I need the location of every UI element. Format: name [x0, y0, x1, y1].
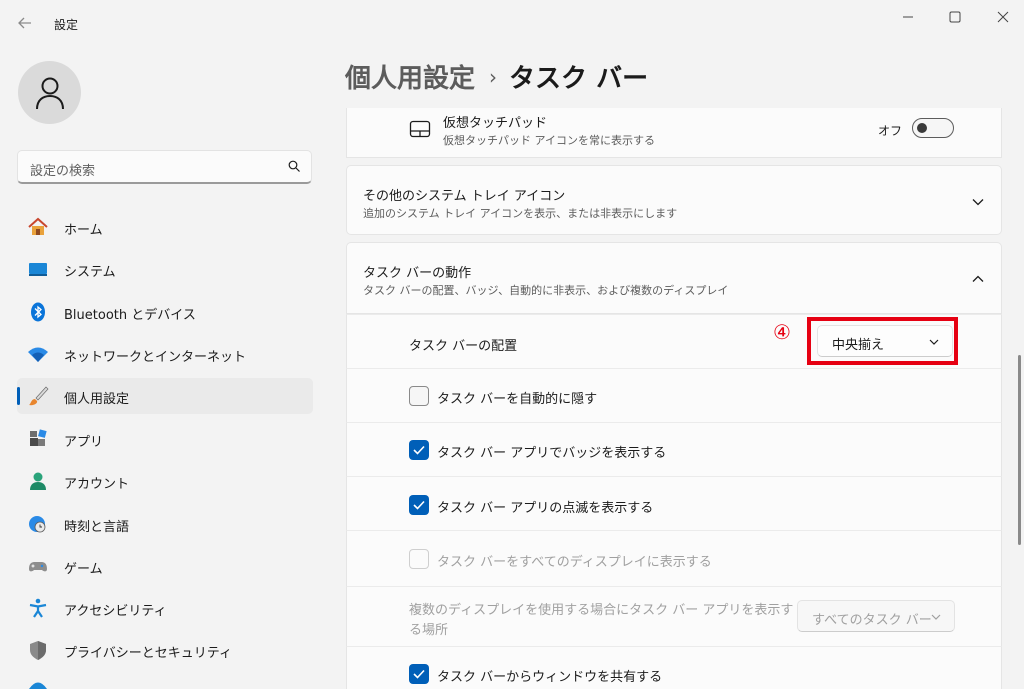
- other-tray-description: 追加のシステム トレイ アイコンを表示、または非表示にします: [363, 207, 678, 220]
- toggle-knob: [917, 123, 927, 133]
- highlight-box-annotation: [807, 317, 958, 365]
- sidebar-item-label: プライバシーとセキュリティ: [64, 646, 232, 661]
- sidebar-item-label: Bluetooth とデバイス: [64, 308, 196, 323]
- sidebar-item-label: アカウント: [64, 477, 130, 492]
- badges-checkbox[interactable]: [409, 440, 429, 460]
- wifi-icon: [28, 347, 48, 362]
- chevron-down-icon: [972, 199, 984, 206]
- touchpad-setting-card: 仮想タッチパッド 仮想タッチパッド アイコンを常に表示する: [346, 108, 1002, 158]
- selection-indicator: [17, 387, 20, 405]
- multi-display-label-line-2: る場所: [409, 623, 449, 638]
- app-title: 設定: [54, 18, 79, 32]
- multi-display-row: 複数のディスプレイを使用する場合にタスク バー アプリを表示す る場所 すべての…: [346, 586, 1002, 646]
- minimize-icon[interactable]: [890, 6, 926, 28]
- sidebar-item-accounts[interactable]: アカウント: [17, 463, 313, 499]
- sidebar-item-home[interactable]: ホーム: [17, 209, 313, 245]
- sidebar-item-gaming[interactable]: ゲーム: [17, 548, 313, 584]
- taskbar-behaviors-description: タスク バーの配置、バッジ、自動的に非表示、および複数のディスプレイ: [363, 284, 729, 297]
- sidebar-item-label: アクセシビリティ: [64, 604, 167, 619]
- checkmark-icon: [413, 445, 425, 455]
- maximize-icon[interactable]: [937, 6, 973, 28]
- multi-display-value: すべてのタスク バー: [812, 613, 932, 628]
- scrollbar-thumb[interactable]: [1018, 355, 1021, 545]
- breadcrumb-parent[interactable]: 個人用設定: [345, 64, 475, 94]
- sidebar-item-label: 個人用設定: [64, 392, 130, 407]
- page-title: タスク バー: [509, 64, 649, 94]
- all-displays-row: タスク バーをすべてのディスプレイに表示する: [346, 530, 1002, 586]
- auto-hide-checkbox[interactable]: [409, 386, 429, 406]
- close-icon[interactable]: [985, 6, 1021, 28]
- sidebar-item-personalization[interactable]: 個人用設定: [17, 378, 313, 414]
- sidebar-item-accessibility[interactable]: アクセシビリティ: [17, 590, 313, 626]
- checkmark-icon: [413, 500, 425, 510]
- windows-update-icon: [29, 682, 47, 689]
- badges-row: タスク バー アプリでバッジを表示する: [346, 422, 1002, 476]
- flashing-label: タスク バー アプリの点滅を表示する: [437, 501, 654, 516]
- sidebar-item-system[interactable]: システム: [17, 251, 313, 287]
- breadcrumb-separator: ›: [489, 65, 498, 89]
- home-icon: [28, 217, 48, 235]
- user-avatar-icon: [36, 77, 64, 110]
- multi-display-dropdown[interactable]: すべてのタスク バー: [797, 600, 955, 632]
- apps-icon: [30, 429, 47, 446]
- title-bar: 設定: [0, 0, 1024, 48]
- back-arrow-icon[interactable]: [14, 12, 36, 34]
- touchpad-title: 仮想タッチパッド: [443, 116, 548, 131]
- badges-label: タスク バー アプリでバッジを表示する: [437, 446, 667, 461]
- flashing-row: タスク バー アプリの点滅を表示する: [346, 476, 1002, 530]
- step-number-annotation: ④: [773, 320, 791, 344]
- system-icon: [29, 263, 47, 276]
- gaming-icon: [29, 562, 47, 572]
- touchpad-toggle[interactable]: [912, 118, 954, 138]
- sidebar-item-label: 時刻と言語: [64, 520, 130, 535]
- auto-hide-label: タスク バーを自動的に隠す: [437, 392, 598, 407]
- chevron-down-icon: [931, 614, 941, 620]
- time-language-icon: [29, 516, 46, 533]
- all-displays-checkbox[interactable]: [409, 549, 429, 569]
- share-window-checkbox[interactable]: [409, 664, 429, 684]
- sidebar-item-label: ゲーム: [64, 562, 103, 577]
- multi-display-label-line-1: 複数のディスプレイを使用する場合にタスク バー アプリを表示す: [409, 603, 794, 618]
- sidebar-item-apps[interactable]: アプリ: [17, 421, 313, 457]
- all-displays-label: タスク バーをすべてのディスプレイに表示する: [437, 555, 712, 570]
- sidebar-item-privacy[interactable]: プライバシーとセキュリティ: [17, 632, 313, 668]
- sidebar-item-label: アプリ: [64, 435, 104, 450]
- shield-icon: [30, 641, 46, 660]
- taskbar-behaviors-title: タスク バーの動作: [363, 266, 472, 281]
- accessibility-icon: [29, 598, 47, 618]
- share-window-row: タスク バーからウィンドウを共有する: [346, 646, 1002, 689]
- touchpad-toggle-state: オフ: [878, 124, 903, 138]
- touchpad-icon: [409, 120, 431, 138]
- other-tray-icons-card[interactable]: その他のシステム トレイ アイコン 追加のシステム トレイ アイコンを表示、また…: [346, 165, 1002, 235]
- touchpad-description: 仮想タッチパッド アイコンを常に表示する: [443, 134, 655, 147]
- flashing-checkbox[interactable]: [409, 495, 429, 515]
- user-avatar[interactable]: [18, 61, 81, 124]
- sidebar-item-network[interactable]: ネットワークとインターネット: [17, 336, 313, 372]
- settings-search-input[interactable]: 設定の検索: [17, 150, 312, 184]
- taskbar-alignment-label: タスク バーの配置: [409, 339, 518, 354]
- sidebar-item-label: ホーム: [64, 223, 103, 238]
- chevron-up-icon: [972, 275, 984, 282]
- bluetooth-icon: [31, 302, 45, 322]
- share-window-label: タスク バーからウィンドウを共有する: [437, 670, 663, 685]
- sidebar-item-bluetooth[interactable]: Bluetooth とデバイス: [17, 294, 313, 330]
- auto-hide-row: タスク バーを自動的に隠す: [346, 368, 1002, 422]
- checkmark-icon: [413, 669, 425, 679]
- taskbar-behaviors-card[interactable]: タスク バーの動作 タスク バーの配置、バッジ、自動的に非表示、および複数のディ…: [346, 242, 1002, 314]
- personalization-brush-icon: [29, 386, 49, 406]
- sidebar-item-time-language[interactable]: 時刻と言語: [17, 506, 313, 542]
- search-placeholder: 設定の検索: [30, 164, 96, 179]
- sidebar-item-label: ネットワークとインターネット: [64, 350, 247, 365]
- search-icon: [288, 160, 300, 172]
- sidebar-item-label: システム: [64, 265, 116, 280]
- breadcrumb: 個人用設定 › タスク バー: [345, 58, 648, 95]
- account-icon: [30, 472, 46, 490]
- other-tray-title: その他のシステム トレイ アイコン: [363, 189, 566, 204]
